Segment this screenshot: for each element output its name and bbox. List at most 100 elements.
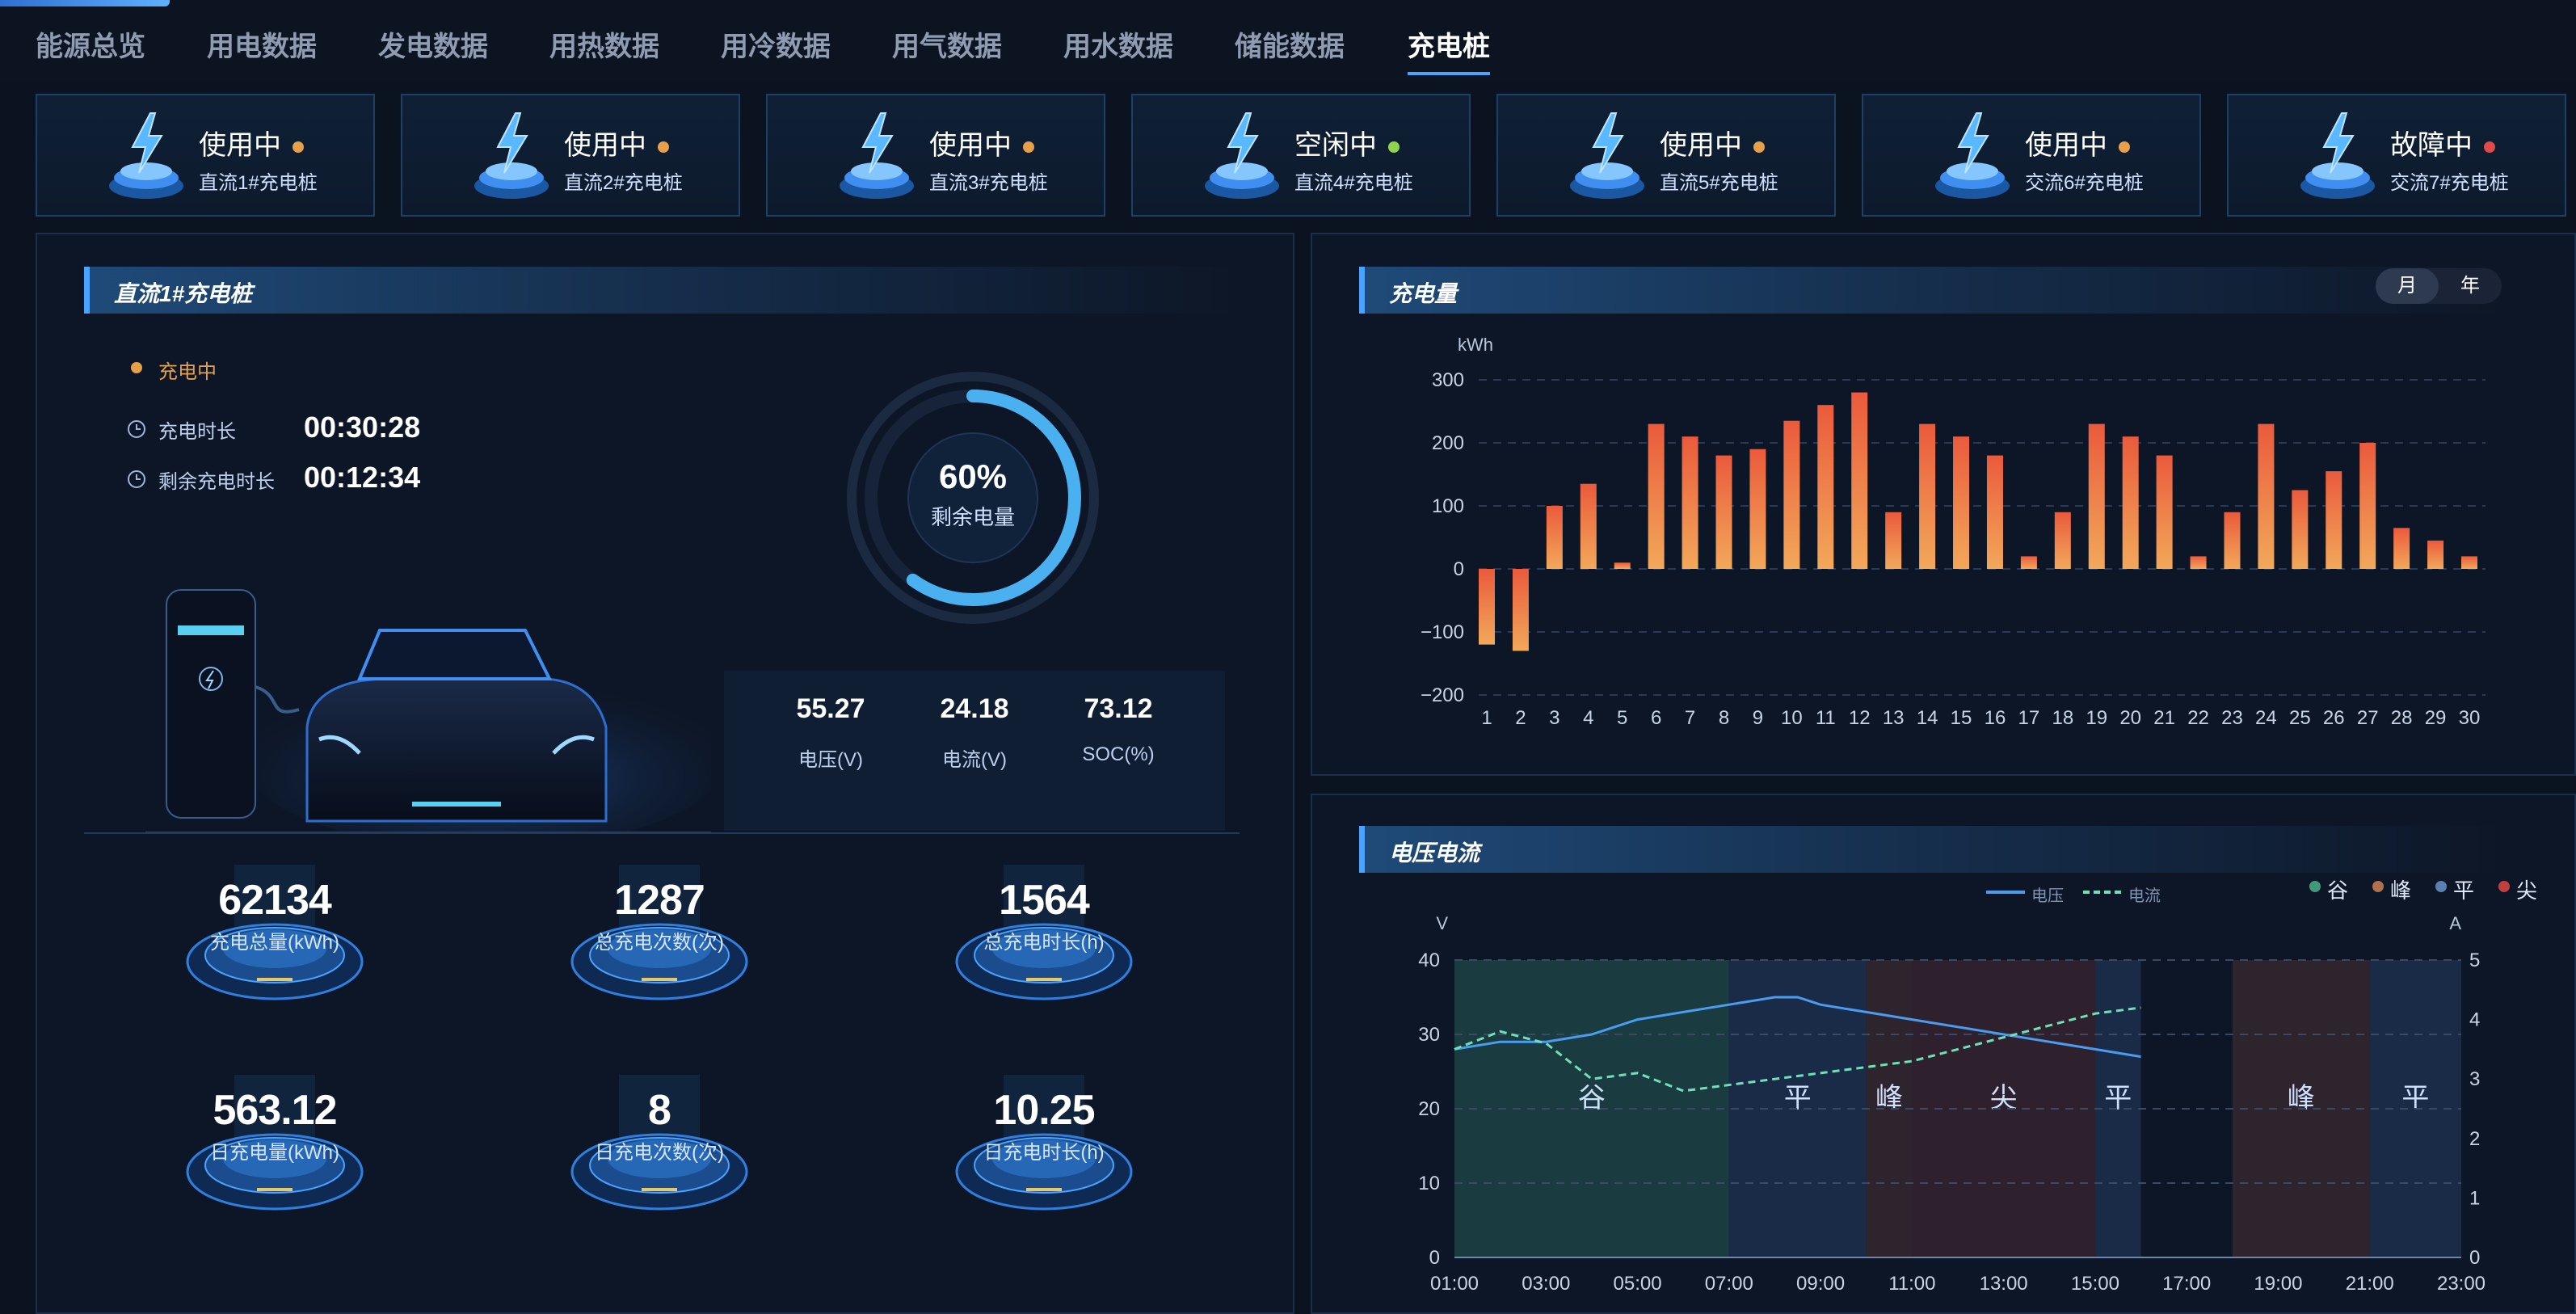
current-value: 24.18 — [940, 693, 1009, 724]
y2-tick-label: 3 — [2469, 1068, 2480, 1090]
x-tick-label: 24 — [2255, 707, 2277, 729]
tab-charging-pile[interactable]: 充电桩 — [1408, 24, 1490, 75]
bar[interactable] — [1986, 455, 2003, 569]
bar[interactable] — [2326, 471, 2342, 569]
toggle-year[interactable]: 年 — [2439, 268, 2502, 304]
x-tick-label: 4 — [1583, 707, 1593, 729]
x-tick-label: 20 — [2119, 707, 2141, 729]
station-name: 交流7#充电桩 — [2390, 172, 2509, 194]
station-card[interactable]: 故障中 交流7#充电桩 — [2227, 94, 2566, 217]
bar[interactable] — [2292, 490, 2309, 570]
charging-station-icon — [840, 112, 914, 199]
bar[interactable] — [1817, 405, 1834, 569]
current-label: 电流(V) — [942, 749, 1007, 771]
station-card[interactable]: 空闲中 直流4#充电桩 — [1131, 94, 1471, 217]
y-tick-label: 0 — [1454, 558, 1464, 580]
remaining-time-label: 剩余充电时长 — [158, 471, 275, 493]
bar[interactable] — [1783, 420, 1800, 569]
bar[interactable] — [2258, 423, 2275, 569]
station-card[interactable]: 使用中 交流6#充电桩 — [1862, 94, 2201, 217]
bar[interactable] — [2020, 556, 2037, 569]
x-tick-label: 11:00 — [1888, 1273, 1935, 1295]
bar[interactable] — [2393, 528, 2410, 569]
period-legend-label: 平 — [2453, 878, 2475, 903]
period-legend-label: 谷 — [2327, 878, 2349, 903]
stat-tile: 62134 充电总量(kWh) — [154, 865, 396, 1026]
bar[interactable] — [1512, 569, 1529, 651]
x-tick-label: 18 — [2052, 707, 2073, 729]
x-tick-label: 3 — [1549, 707, 1559, 729]
bar[interactable] — [1851, 392, 1868, 569]
bar[interactable] — [2156, 455, 2173, 569]
charging-station-icon — [1570, 112, 1644, 199]
bar[interactable] — [2122, 436, 2139, 569]
bar[interactable] — [2427, 540, 2444, 569]
station-card[interactable]: 使用中 直流2#充电桩 — [401, 94, 740, 217]
period-legend-dot — [2498, 881, 2510, 892]
bar[interactable] — [1749, 449, 1766, 569]
x-tick-label: 05:00 — [1614, 1273, 1662, 1295]
stat-value: 563.12 — [213, 1087, 337, 1134]
x-tick-label: 25 — [2289, 707, 2311, 729]
tab-generation[interactable]: 发电数据 — [378, 24, 488, 64]
charge-time-value: 00:30:28 — [304, 411, 421, 444]
station-status-text: 空闲中 — [1294, 130, 1377, 161]
period-legend-dot — [2372, 881, 2384, 892]
bar[interactable] — [2359, 443, 2376, 569]
tab-energy-overview[interactable]: 能源总览 — [36, 24, 145, 64]
bar[interactable] — [2224, 512, 2241, 569]
x-tick-label: 15 — [1951, 707, 1972, 729]
period-toggle: 月 年 — [2376, 268, 2502, 304]
energy-panel-header: 充电量 — [1359, 267, 2512, 314]
tab-water[interactable]: 用水数据 — [1063, 24, 1173, 64]
bar[interactable] — [1479, 569, 1495, 645]
x-tick-label: 17:00 — [2162, 1273, 2211, 1295]
voltage-label: 电压(V) — [798, 749, 863, 771]
tab-heat[interactable]: 用热数据 — [549, 24, 659, 64]
bar[interactable] — [2054, 512, 2071, 569]
y2-tick-label: 1 — [2469, 1187, 2480, 1209]
y2-tick-label: 0 — [2469, 1247, 2480, 1269]
bar[interactable] — [1614, 562, 1631, 569]
current-legend-label: 电流 — [2128, 887, 2161, 905]
stat-tile: 563.12 日充电量(kWh) — [154, 1075, 396, 1236]
station-status-text: 使用中 — [1660, 130, 1742, 161]
divider — [84, 832, 1240, 834]
bar[interactable] — [1715, 455, 1732, 569]
stat-label: 总充电时长(h) — [983, 932, 1105, 954]
tab-electricity[interactable]: 用电数据 — [207, 24, 317, 64]
top-accent-bar — [0, 0, 170, 6]
bar[interactable] — [1885, 512, 1902, 569]
ev-charging-illustration — [145, 589, 711, 832]
tab-storage[interactable]: 储能数据 — [1235, 24, 1345, 64]
bar[interactable] — [1919, 423, 1936, 569]
current-legend-line — [2083, 891, 2122, 894]
bar[interactable] — [2088, 423, 2105, 569]
bar[interactable] — [2190, 556, 2207, 569]
toggle-month[interactable]: 月 — [2376, 268, 2439, 304]
soc-metric-label: SOC(%) — [1082, 743, 1155, 765]
station-card[interactable]: 使用中 直流3#充电桩 — [766, 94, 1105, 217]
bar[interactable] — [1682, 436, 1698, 569]
voltage-value: 55.27 — [796, 693, 865, 724]
x-tick-label: 23 — [2221, 707, 2243, 729]
y-tick-label: 300 — [1432, 369, 1464, 391]
voltage-current-chart: 谷平峰尖平峰平V A40302010054321001:00 03:00 05:00 0… — [1418, 913, 2486, 1295]
bar[interactable] — [1580, 483, 1597, 569]
station-card[interactable]: 使用中 直流5#充电桩 — [1496, 94, 1836, 217]
station-card[interactable]: 使用中 直流1#充电桩 — [36, 94, 375, 217]
voltage-legend-label: 电压 — [2031, 887, 2064, 905]
bar[interactable] — [1648, 423, 1665, 569]
station-status-text: 使用中 — [199, 130, 281, 161]
bar[interactable] — [2461, 556, 2477, 569]
bar[interactable] — [1953, 436, 1970, 569]
tab-cooling[interactable]: 用冷数据 — [721, 24, 831, 64]
y-tick-label: 30 — [1418, 1024, 1440, 1046]
x-tick-label: 29 — [2425, 707, 2447, 729]
charging-station-icon — [1935, 112, 2010, 199]
bar[interactable] — [1546, 506, 1563, 569]
stat-tile: 1287 总充电次数(次) — [538, 865, 781, 1026]
status-dot — [1023, 141, 1034, 154]
tab-gas[interactable]: 用气数据 — [892, 24, 1002, 64]
station-status: 使用中 — [199, 123, 304, 162]
